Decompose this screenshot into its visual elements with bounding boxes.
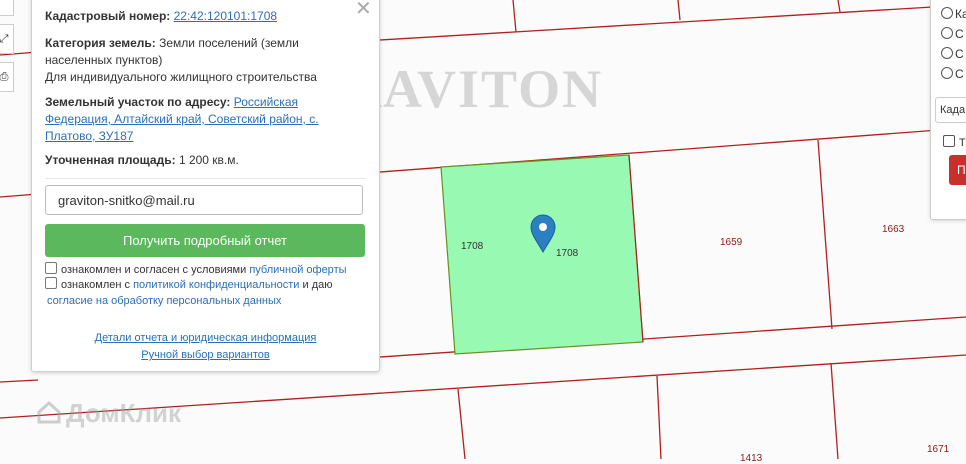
land-category-row: Категория земель: Земли поселений (земли… (45, 35, 345, 86)
plot-label-1659: 1659 (720, 237, 743, 248)
radio-icon (941, 27, 953, 39)
public-offer-link[interactable]: публичной оферты (249, 264, 346, 276)
consent-offer-checkbox[interactable] (45, 262, 57, 274)
land-category-label: Категория земель: (45, 36, 156, 50)
right-panel-checkbox-row[interactable]: Т (943, 135, 966, 149)
consent-privacy-checkbox[interactable] (45, 277, 57, 289)
plot-label-1708-center: 1708 (556, 248, 579, 259)
address-row: Земельный участок по адресу: Российская … (45, 94, 345, 145)
privacy-policy-link[interactable]: политикой конфиденциальности (133, 279, 299, 291)
plot-label-1708-left: 1708 (461, 241, 484, 252)
cadastral-number-label: Кадастровый номер: (45, 9, 171, 23)
report-details-link[interactable]: Детали отчета и юридическая информация (32, 332, 379, 344)
personal-data-link[interactable]: согласие на обработку персональных данны… (45, 295, 281, 307)
radio-option-4-label: С (955, 67, 964, 81)
divider (45, 178, 365, 179)
radio-option-3-label: С (955, 47, 964, 61)
land-category-value-3: Для индивидуального жилищного строительс… (45, 70, 317, 84)
area-label: Уточненная площадь: (45, 153, 176, 167)
radio-icon (941, 47, 953, 59)
email-input[interactable] (45, 185, 363, 215)
address-link-1[interactable]: Российская (234, 95, 298, 109)
cadastral-number-row: Кадастровый номер: 22:42:120101:1708 (45, 8, 345, 25)
plot-label-1671: 1671 (927, 444, 950, 455)
right-panel-submit-button[interactable]: П (949, 155, 966, 185)
consent-offer-row: ознакомлен и согласен с условиями публич… (45, 262, 347, 278)
consent-privacy-row: ознакомлен с политикой конфиденциальност… (45, 277, 370, 309)
close-icon[interactable]: ✕ (355, 0, 372, 19)
radio-option-1[interactable]: Ка (941, 7, 966, 21)
radio-option-4[interactable]: С (941, 67, 964, 81)
area-value: 1 200 кв.м. (178, 153, 239, 167)
radio-option-2-label: С (955, 27, 964, 41)
expand-icon[interactable]: ⤢ (0, 24, 14, 54)
radio-option-2[interactable]: С (941, 27, 964, 41)
domclick-logo: ДомКлик (36, 398, 181, 432)
address-link-3[interactable]: Платово, ЗУ187 (45, 129, 133, 143)
house-icon (36, 399, 62, 432)
radio-option-3[interactable]: С (941, 47, 964, 61)
land-category-value-1: Земли поселений (земли (159, 36, 299, 50)
consent-privacy-and: и даю (302, 279, 333, 291)
consent-offer-text: ознакомлен и согласен с условиями (61, 264, 247, 276)
land-category-value-2: населенных пунктов) (45, 53, 163, 67)
right-panel-checkbox-label: Т (959, 137, 966, 149)
address-link-2[interactable]: Федерация, Алтайский край, Советский рай… (45, 112, 319, 126)
tool-top[interactable] (0, 0, 14, 16)
cadastral-number-link[interactable]: 22:42:120101:1708 (174, 9, 277, 23)
get-report-button[interactable]: Получить подробный отчет (45, 224, 365, 257)
manual-selection-link[interactable]: Ручной выбор вариантов (32, 349, 379, 361)
cadastral-search-input[interactable]: Када (935, 97, 966, 123)
selected-plot-1708 (440, 154, 644, 355)
radio-icon (941, 67, 953, 79)
print-icon[interactable]: ⎙ (0, 62, 14, 92)
consent-privacy-text: ознакомлен с (61, 279, 131, 291)
domclick-text: ДомКлик (66, 398, 181, 428)
radio-option-1-label: Ка (955, 7, 966, 21)
right-panel-checkbox[interactable] (943, 135, 955, 147)
cadastral-info-popup: ✕ Кадастровый номер: 22:42:120101:1708 К… (31, 0, 380, 372)
radio-icon (941, 7, 953, 19)
address-label: Земельный участок по адресу: (45, 95, 231, 109)
area-row: Уточненная площадь: 1 200 кв.м. (45, 152, 345, 169)
map-tools: ⤢ ⎙ (0, 0, 14, 100)
search-options-panel: Ка С С С Када Т П (930, 0, 966, 220)
plot-label-1663: 1663 (882, 224, 905, 235)
